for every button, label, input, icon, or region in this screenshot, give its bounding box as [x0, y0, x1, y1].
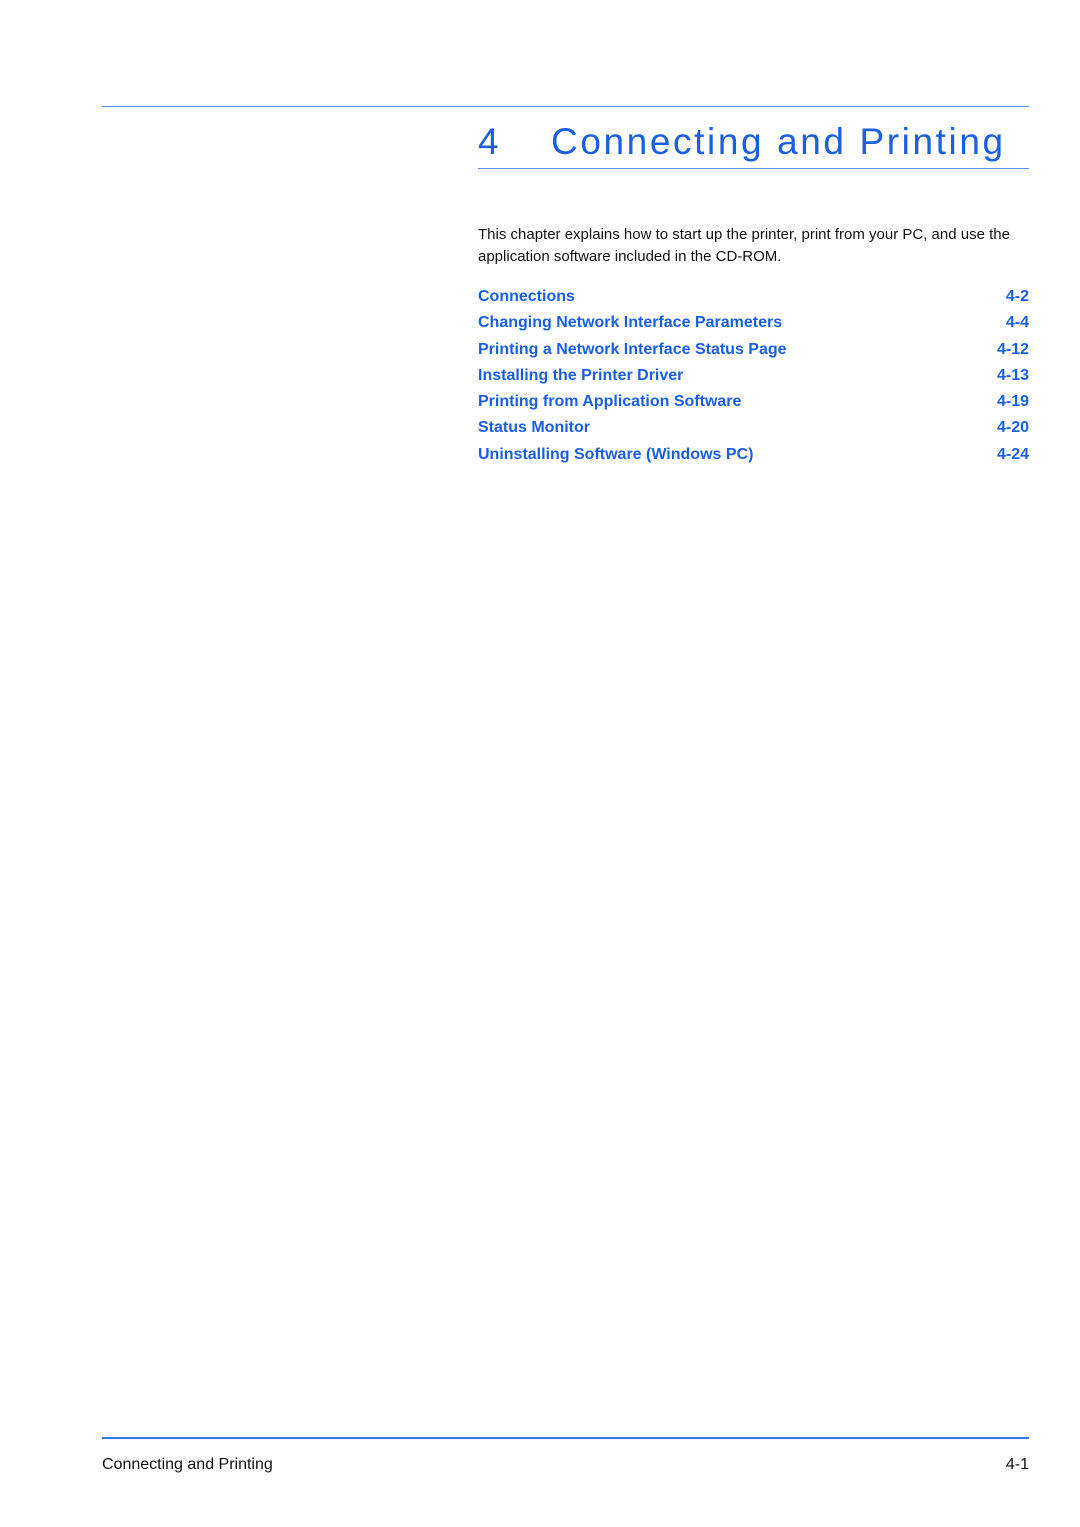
footer-rule [102, 1437, 1029, 1439]
footer-chapter-title: Connecting and Printing [102, 1456, 273, 1473]
toc-entry-installing-printer-driver[interactable]: Installing the Printer Driver 4-13 [478, 365, 1029, 391]
toc-entry-connections[interactable]: Connections 4-2 [478, 286, 1029, 312]
toc-entry-changing-network-interface-parameters[interactable]: Changing Network Interface Parameters 4-… [478, 312, 1029, 338]
footer-page-number: 4-1 [1005, 1456, 1029, 1473]
toc-entry-page[interactable]: 4-24 [997, 444, 1029, 466]
toc-entry-page[interactable]: 4-12 [997, 339, 1029, 361]
toc-entry-printing-status-page[interactable]: Printing a Network Interface Status Page… [478, 339, 1029, 365]
chapter-number: 4 [478, 121, 502, 162]
toc-entry-label[interactable]: Connections [478, 286, 575, 308]
toc-entry-status-monitor[interactable]: Status Monitor 4-20 [478, 417, 1029, 443]
header-rule [102, 106, 1029, 107]
toc-entry-label[interactable]: Status Monitor [478, 417, 590, 439]
toc-entry-page[interactable]: 4-2 [1006, 286, 1029, 308]
chapter-title: Connecting and Printing [551, 121, 1006, 162]
toc-entry-label[interactable]: Printing from Application Software [478, 391, 741, 413]
toc-entry-page[interactable]: 4-20 [997, 417, 1029, 439]
toc-entry-page[interactable]: 4-13 [997, 365, 1029, 387]
table-of-contents: Connections 4-2 Changing Network Interfa… [478, 286, 1029, 470]
toc-entry-page[interactable]: 4-19 [997, 391, 1029, 413]
toc-entry-label[interactable]: Printing a Network Interface Status Page [478, 339, 787, 361]
toc-entry-label[interactable]: Installing the Printer Driver [478, 365, 683, 387]
chapter-intro: This chapter explains how to start up th… [478, 226, 1010, 265]
toc-entry-uninstalling-software[interactable]: Uninstalling Software (Windows PC) 4-24 [478, 444, 1029, 470]
toc-entry-label[interactable]: Changing Network Interface Parameters [478, 312, 782, 334]
chapter-heading: 4 Connecting and Printing [478, 117, 1029, 167]
toc-entry-page[interactable]: 4-4 [1006, 312, 1029, 334]
toc-entry-label[interactable]: Uninstalling Software (Windows PC) [478, 444, 753, 466]
toc-entry-printing-from-application[interactable]: Printing from Application Software 4-19 [478, 391, 1029, 417]
title-rule [478, 168, 1029, 169]
